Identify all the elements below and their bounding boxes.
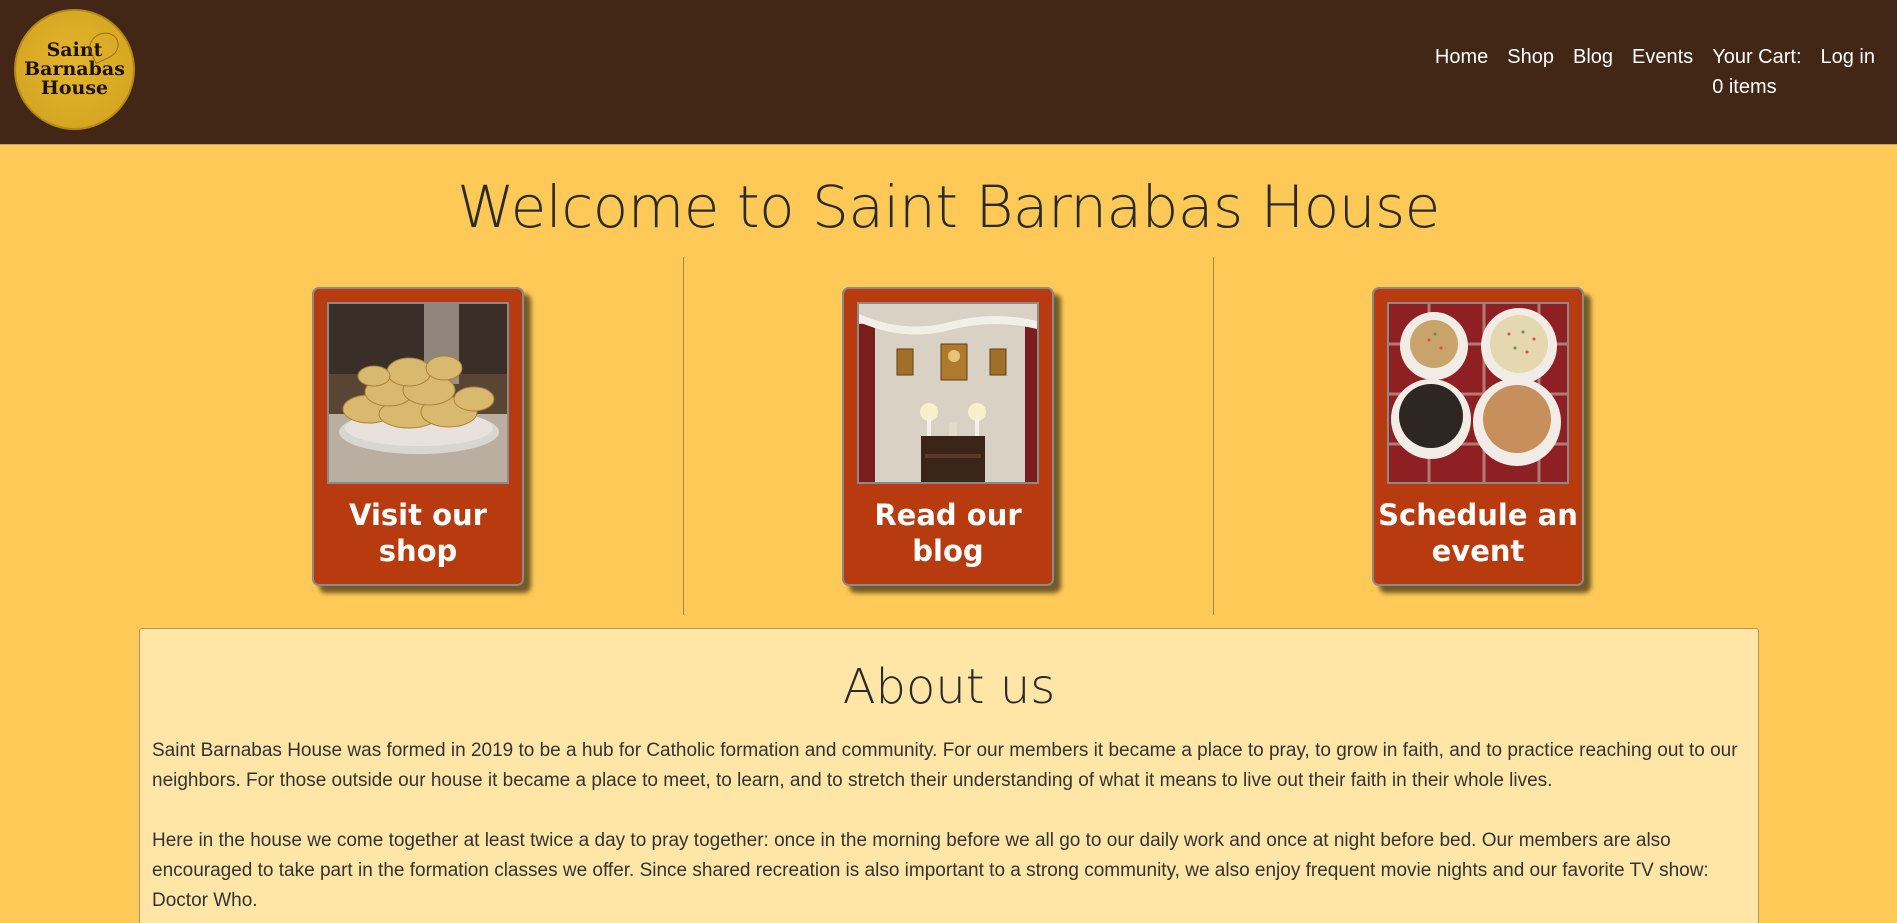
site-header: Saint Barnabas House Home Shop Blog Even… <box>0 0 1897 145</box>
shop-card-line1: Visit our <box>349 498 487 532</box>
shop-card-label: Visit our shop <box>314 497 522 569</box>
icon-altar-photo <box>857 302 1039 484</box>
about-section: About us Saint Barnabas House was formed… <box>139 628 1759 923</box>
shop-card[interactable]: Visit our shop <box>312 287 524 586</box>
nav-shop[interactable]: Shop <box>1507 42 1554 102</box>
cakes-photo <box>1387 302 1569 484</box>
event-card-label: Schedule an event <box>1374 497 1582 569</box>
blog-card[interactable]: Read our blog <box>842 287 1054 586</box>
column-divider <box>1213 257 1214 615</box>
site-logo[interactable]: Saint Barnabas House <box>14 9 135 130</box>
shop-card-line2: shop <box>378 534 458 568</box>
about-title: About us <box>842 659 1056 715</box>
scones-photo <box>327 302 509 484</box>
nav-blog[interactable]: Blog <box>1573 42 1613 102</box>
blog-card-label: Read our blog <box>844 497 1052 569</box>
page-title: Welcome to Saint Barnabas House <box>457 173 1440 241</box>
nav-login[interactable]: Log in <box>1821 42 1876 102</box>
nav-cart[interactable]: Your Cart: 0 items <box>1712 42 1801 102</box>
column-divider <box>683 257 684 615</box>
cart-label: Your Cart: <box>1712 46 1802 68</box>
logo-line-3: House <box>40 77 109 99</box>
blog-card-line2: blog <box>912 534 984 568</box>
about-paragraph-1: Saint Barnabas House was formed in 2019 … <box>152 740 1738 791</box>
event-card[interactable]: Schedule an event <box>1372 287 1584 586</box>
nav-events[interactable]: Events <box>1632 42 1693 102</box>
main-nav: Home Shop Blog Events Your Cart: 0 items… <box>1416 42 1875 102</box>
blog-card-line1: Read our <box>874 498 1022 532</box>
event-card-line1: Schedule an <box>1378 498 1578 532</box>
about-paragraph-2: Here in the house we come together at le… <box>152 830 1709 911</box>
nav-home[interactable]: Home <box>1435 42 1488 102</box>
event-card-line2: event <box>1431 534 1525 568</box>
cart-count: 0 items <box>1712 76 1777 98</box>
